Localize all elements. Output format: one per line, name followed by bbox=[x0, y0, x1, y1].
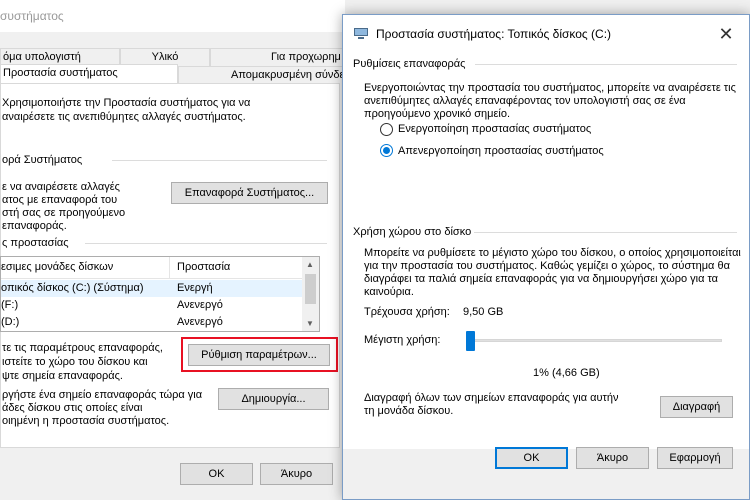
drives-list[interactable]: εσιμες μονάδες δίσκων Προστασία οπικός δ… bbox=[0, 256, 320, 332]
column-header-drives[interactable]: εσιμες μονάδες δίσκων bbox=[1, 261, 113, 273]
dialog-restore-desc-1: Ενεργοποιώντας την προστασία του συστήμα… bbox=[364, 82, 736, 94]
drive-name: (D:) bbox=[1, 316, 20, 328]
bg-cancel-button[interactable]: Άκυρο bbox=[260, 463, 333, 485]
dialog-restore-desc-3: προηγούμενο χρονικό σημείο. bbox=[364, 108, 511, 120]
intro-text-line2: αναιρέσετε τις ανεπιθύμητες αλλαγές συστ… bbox=[2, 111, 246, 123]
system-properties-window: συστήματος όμα υπολογιστή Υλικό Για προχ… bbox=[0, 0, 345, 500]
delete-desc-2: τη μονάδα δίσκου. bbox=[364, 405, 454, 417]
system-restore-button[interactable]: Επαναφορά Συστήματος... bbox=[171, 182, 328, 204]
max-usage-slider-track[interactable] bbox=[468, 339, 722, 342]
restore-group-divider bbox=[112, 160, 327, 161]
delete-restore-points-button[interactable]: Διαγραφή bbox=[660, 396, 733, 418]
disk-desc-2: για την προστασία του συστήματος. Καθώς … bbox=[364, 260, 730, 272]
current-usage-label: Τρέχουσα χρήση: bbox=[364, 306, 450, 318]
scroll-thumb[interactable] bbox=[305, 274, 316, 304]
configure-desc-3: ψτε σημεία επαναφοράς. bbox=[2, 370, 123, 382]
drive-protection-status: Ανενεργό bbox=[177, 299, 223, 311]
system-protection-icon bbox=[354, 28, 368, 39]
current-usage-value: 9,50 GB bbox=[463, 306, 504, 318]
disk-desc-3: διαγράφει τα παλιά σημεία επαναφοράς για… bbox=[364, 273, 719, 285]
protection-group-divider bbox=[85, 243, 327, 244]
max-usage-value: 1% (4,66 GB) bbox=[533, 367, 600, 379]
tab-remote[interactable]: Απομακρυσμένη σύνδε bbox=[178, 66, 345, 84]
dialog-apply-button[interactable]: Εφαρμογή bbox=[657, 447, 733, 469]
create-desc-2: άδες δίσκου στις οποίες είναι bbox=[2, 402, 143, 414]
column-header-protection[interactable]: Προστασία bbox=[177, 261, 230, 273]
drive-name: οπικός δίσκος (C:) (Σύστημα) bbox=[1, 282, 144, 294]
bg-ok-button[interactable]: OK bbox=[180, 463, 253, 485]
restore-desc-4: επαναφοράς. bbox=[2, 220, 67, 232]
close-icon[interactable]: ✕ bbox=[703, 15, 749, 53]
create-desc-1: ργήστε ένα σημείο επαναφοράς τώρα για bbox=[2, 389, 203, 401]
dialog-cancel-button[interactable]: Άκυρο bbox=[576, 447, 649, 469]
configure-desc-2: ιστείτε το χώρο του δίσκου και bbox=[2, 356, 148, 368]
restore-desc-2: ατος με επαναφορά του bbox=[2, 194, 118, 206]
drive-row-f[interactable]: (F:) Ανενεργό bbox=[1, 297, 302, 314]
restore-group-label: ορά Συστήματος bbox=[2, 154, 83, 166]
create-button[interactable]: Δημιουργία... bbox=[218, 388, 329, 410]
max-usage-label: Μέγιστη χρήση: bbox=[364, 334, 441, 346]
restore-desc-1: ε να αναιρέσετε αλλαγές bbox=[2, 181, 120, 193]
tab-system-protection[interactable]: Προστασία συστήματος bbox=[0, 64, 178, 84]
configure-desc-1: τε τις παραμέτρους επαναφοράς, bbox=[2, 342, 163, 354]
intro-text-line1: Χρησιμοποιήστε την Προστασία συστήματος … bbox=[2, 97, 251, 109]
system-properties-titlebar: συστήματος bbox=[0, 0, 345, 32]
restore-desc-3: στή σας σε προηγούμενο bbox=[2, 207, 126, 219]
column-separator bbox=[169, 257, 170, 279]
create-desc-3: οιημένη η προστασία συστήματος. bbox=[2, 415, 170, 427]
delete-desc-1: Διαγραφή όλων των σημείων επαναφοράς για… bbox=[364, 392, 619, 404]
disk-desc-4: καινούρια. bbox=[364, 286, 414, 298]
dialog-title: Προστασία συστήματος: Τοπικός δίσκος (C:… bbox=[376, 27, 612, 41]
disk-usage-divider bbox=[474, 232, 737, 233]
scroll-down-icon[interactable]: ▼ bbox=[306, 319, 314, 328]
protection-group-label: ς προστασίας bbox=[2, 237, 69, 249]
enable-protection-radio[interactable] bbox=[380, 123, 393, 136]
max-usage-slider-thumb[interactable] bbox=[465, 331, 475, 351]
drive-protection-status: Ανενεργό bbox=[177, 316, 223, 328]
disk-desc-1: Μπορείτε να ρυθμίσετε το μέγιστο χώρο το… bbox=[364, 247, 741, 259]
drives-list-scrollbar[interactable]: ▲ ▼ bbox=[302, 257, 319, 331]
drive-name: (F:) bbox=[1, 299, 19, 311]
system-properties-title: συστήματος bbox=[0, 9, 64, 23]
tab-advanced[interactable]: Για προχωρημ bbox=[210, 48, 345, 66]
restore-settings-label: Ρυθμίσεις επαναφοράς bbox=[353, 58, 466, 70]
drive-row-d[interactable]: (D:) Ανενεργό bbox=[1, 314, 302, 331]
disk-usage-label: Χρήση χώρου στο δίσκο bbox=[353, 226, 472, 238]
dialog-restore-desc-2: ανεπιθύμητες αλλαγές επαναφέροντας τον υ… bbox=[364, 95, 686, 107]
scroll-up-icon[interactable]: ▲ bbox=[306, 260, 314, 269]
configure-button[interactable]: Ρύθμιση παραμέτρων... bbox=[188, 344, 330, 366]
restore-settings-divider bbox=[475, 64, 737, 65]
dialog-titlebar: Προστασία συστήματος: Τοπικός δίσκος (C:… bbox=[343, 15, 749, 53]
dialog-ok-button[interactable]: OK bbox=[495, 447, 568, 469]
drives-list-header: εσιμες μονάδες δίσκων Προστασία bbox=[1, 257, 302, 279]
drive-protection-status: Ενεργή bbox=[177, 282, 213, 294]
enable-protection-label[interactable]: Ενεργοποίηση προστασίας συστήματος bbox=[398, 122, 591, 136]
drive-row-c[interactable]: οπικός δίσκος (C:) (Σύστημα) Ενεργή bbox=[1, 280, 302, 297]
disable-protection-radio[interactable] bbox=[380, 144, 393, 157]
disable-protection-label[interactable]: Απενεργοποίηση προστασίας συστήματος bbox=[398, 144, 604, 158]
